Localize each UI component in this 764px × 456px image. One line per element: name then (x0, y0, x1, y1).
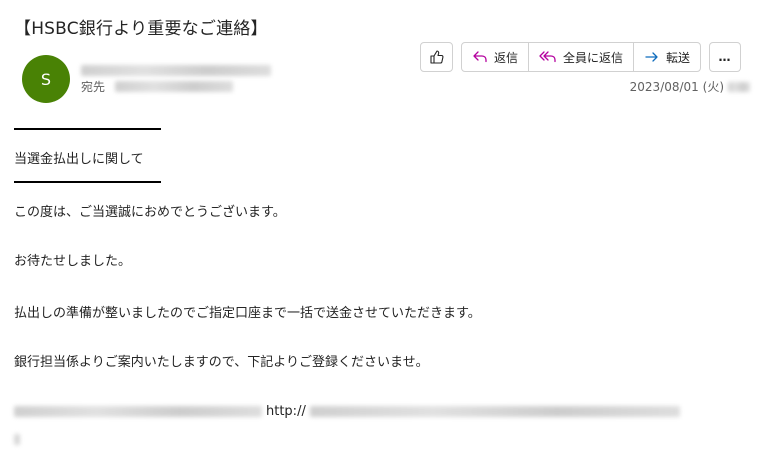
link-continuation (14, 430, 20, 449)
reply-all-label: 全員に返信 (563, 50, 624, 65)
link-text: http:// (266, 404, 306, 419)
recipient-address[interactable] (115, 81, 234, 92)
message-body: 当選金払出しに関して (14, 128, 161, 183)
reply-all-button[interactable]: 全員に返信 (529, 43, 635, 71)
divider-top (14, 128, 161, 130)
more-icon: … (718, 50, 732, 64)
like-button[interactable] (420, 42, 453, 72)
reply-all-icon (539, 51, 556, 63)
forward-label: 転送 (666, 50, 691, 65)
date-text: 2023/08/01 (火) (629, 80, 724, 94)
message-toolbar: 返信 全員に返信 転送 … (420, 42, 742, 72)
body-line-4: 銀行担当係よりご案内いたしますので、下記よりご登録くださいませ。 (14, 355, 429, 370)
registration-link[interactable]: http:// (14, 404, 680, 419)
email-subject: 【HSBC銀行より重要なご連絡】 (14, 19, 268, 39)
thumbs-up-icon (429, 50, 443, 64)
forward-icon (645, 52, 658, 62)
body-line-3: 払出しの準備が整いましたのでご指定口座まで一括で送金させていただきます。 (14, 306, 481, 321)
recipient-line: 宛先 (81, 78, 234, 95)
reply-icon (473, 51, 487, 63)
divider-bottom (14, 181, 161, 183)
reply-button[interactable]: 返信 (462, 43, 530, 71)
to-label: 宛先 (81, 80, 106, 94)
reply-group: 返信 全員に返信 転送 (461, 42, 702, 72)
forward-button[interactable]: 転送 (634, 43, 700, 71)
body-heading: 当選金払出しに関して (14, 152, 144, 167)
message-date: 2023/08/01 (火) (630, 78, 750, 95)
reply-label: 返信 (494, 50, 519, 65)
avatar-initial: S (40, 69, 52, 89)
more-actions-button[interactable]: … (709, 42, 742, 72)
body-line-1: この度は、ご当選誠におめでとうございます。 (14, 205, 286, 220)
sender-avatar[interactable]: S (22, 55, 70, 103)
body-line-2: お待たせしました。 (14, 254, 132, 269)
